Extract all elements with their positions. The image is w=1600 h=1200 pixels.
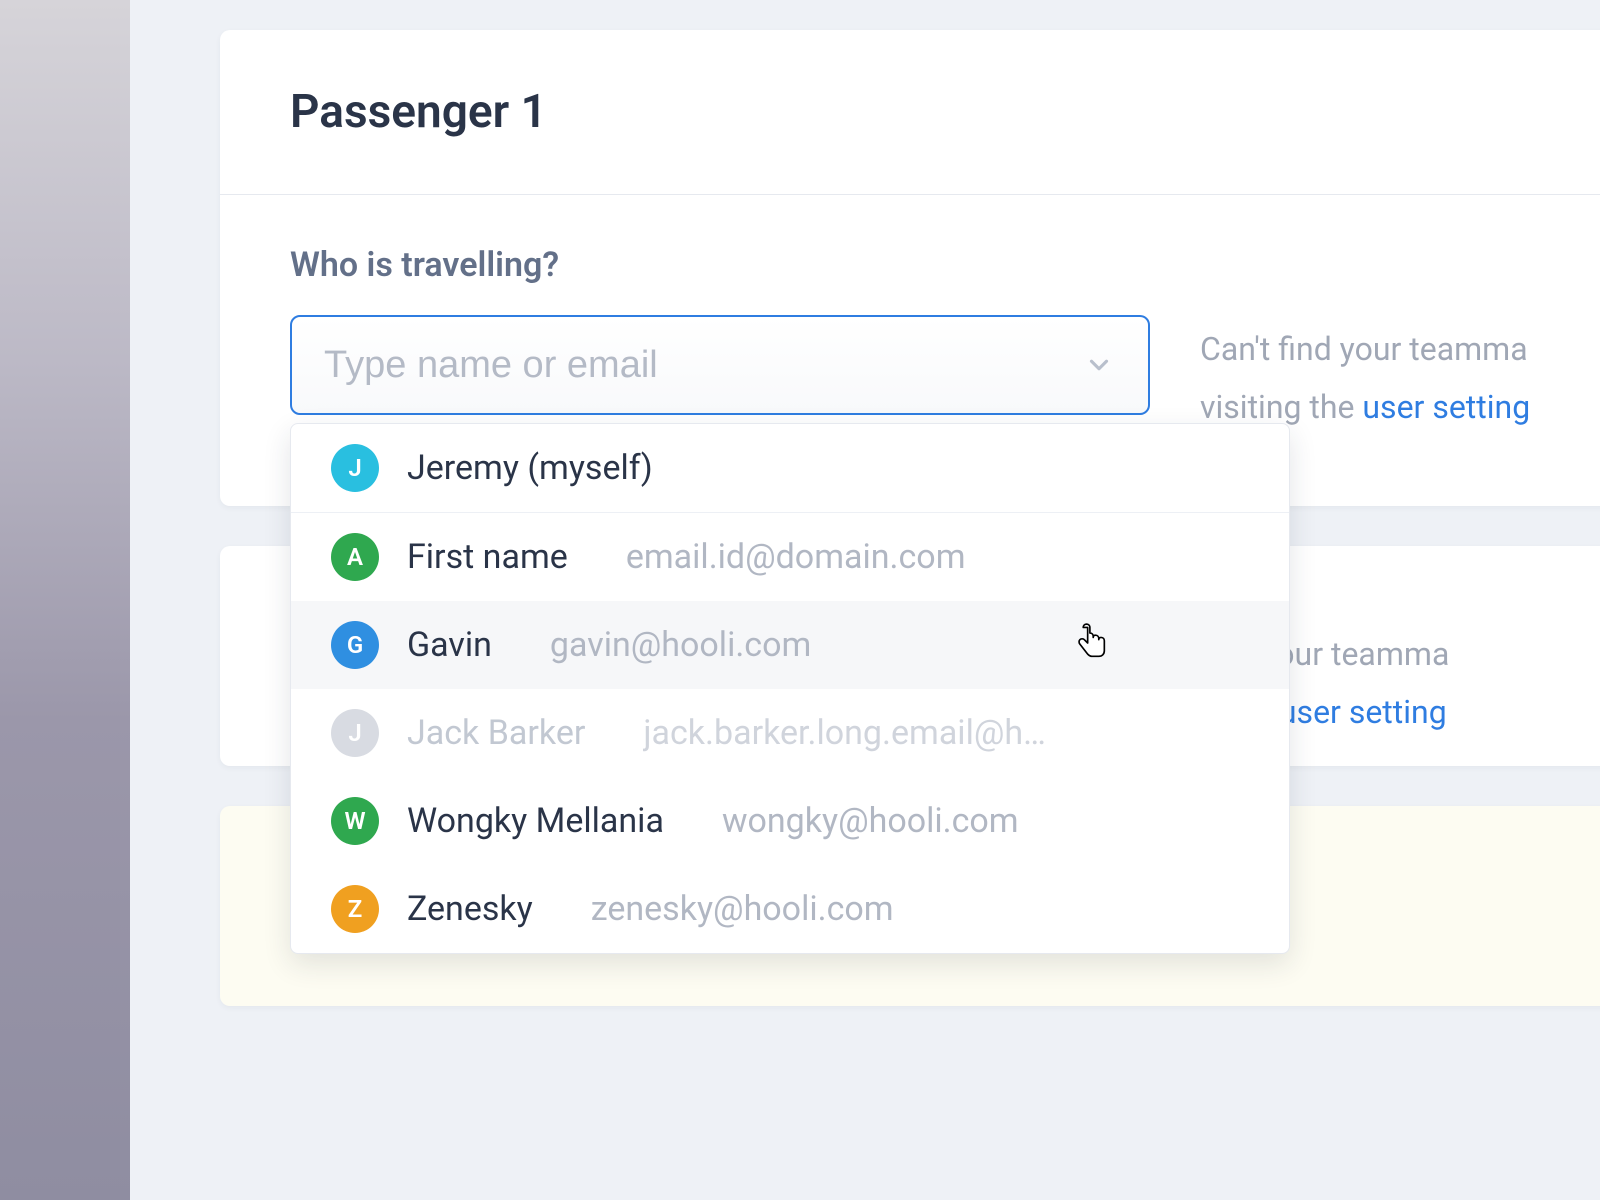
dropdown-item[interactable]: Z Zenesky zenesky@hooli.com [291,865,1289,953]
person-name: Jeremy (myself) [407,448,653,488]
dropdown-item[interactable]: W Wongky Mellania wongky@hooli.com [291,777,1289,865]
helper-text: Can't find your teamma visiting the user… [1200,315,1530,436]
passenger-dropdown: J Jeremy (myself) A First name email.id@doma… [290,423,1290,954]
passenger-card-header: Passenger 1 [220,30,1600,195]
passenger-card-body: Who is travelling? JJeremy (myself)AFirs… [220,195,1600,506]
field-label-who-travelling: Who is travelling? [290,245,1550,285]
main-stage: Passenger 1 Who is travelling? JJeremy (… [130,0,1600,1200]
person-name: Zenesky [407,889,533,929]
person-email: jack.barker.long.email@h… [643,713,1249,753]
person-name: Wongky Mellania [407,801,664,841]
avatar: Z [331,885,379,933]
avatar: J [331,709,379,757]
passenger-search-input[interactable] [290,315,1150,415]
helper-line1: Can't find your teamma [1200,330,1528,368]
avatar: W [331,797,379,845]
person-email: wongky@hooli.com [722,801,1249,841]
user-settings-link[interactable]: user setting [1362,388,1530,426]
person-name: First name [407,537,568,577]
person-email: email.id@domain.com [626,537,1249,577]
avatar: J [331,444,379,492]
avatar: A [331,533,379,581]
person-email: zenesky@hooli.com [591,889,1249,929]
passenger-card-title: Passenger 1 [290,85,1550,139]
dropdown-item[interactable]: J Jeremy (myself) [291,424,1289,513]
person-name: Jack Barker [407,713,585,753]
passenger-combobox: JJeremy (myself)AFirst nameemail.id@doma… [290,315,1150,415]
helper-line2-prefix: visiting the [1200,388,1362,426]
dropdown-item: J Jack Barker jack.barker.long.email@h… [291,689,1289,777]
field-row: JJeremy (myself)AFirst nameemail.id@doma… [290,315,1550,436]
person-name: Gavin [407,625,492,665]
dropdown-item[interactable]: A First name email.id@domain.com [291,513,1289,601]
passenger-card-1: Passenger 1 Who is travelling? JJeremy (… [220,30,1600,506]
background-sidebar-strip [0,0,130,1200]
dropdown-item[interactable]: G Gavin gavin@hooli.com [291,601,1289,689]
avatar: G [331,621,379,669]
user-settings-link-2[interactable]: user setting [1279,693,1447,731]
person-email: gavin@hooli.com [550,625,1249,665]
